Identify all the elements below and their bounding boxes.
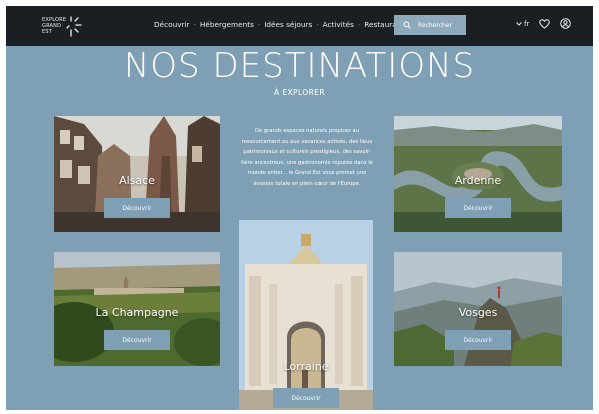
lorraine-photo — [239, 220, 373, 410]
search-label: Rechercher — [418, 21, 452, 29]
logo-line-est: EST — [42, 29, 52, 35]
intro-text: De grands espaces naturels propices au r… — [241, 128, 373, 187]
destination-card-ardenne[interactable]: Ardenne Découvrir — [394, 116, 562, 232]
header-tools: fr — [516, 18, 572, 29]
destination-name: La Champagne — [95, 306, 179, 319]
discover-button[interactable]: Découvrir — [273, 388, 339, 408]
user-icon[interactable] — [560, 18, 572, 29]
logo-text: EXPLORE GRAND EST — [42, 17, 66, 35]
language-label: fr — [524, 19, 530, 28]
nav-separator: · — [257, 20, 261, 29]
destination-card-vosges[interactable]: Vosges Découvrir — [394, 252, 562, 366]
site-logo[interactable]: EXPLORE GRAND EST — [42, 14, 82, 40]
discover-button[interactable]: Découvrir — [104, 198, 170, 218]
page: EXPLORE GRAND EST Découvrir · Hébergemen… — [6, 6, 593, 410]
page-title: NOS DESTINATIONS — [123, 46, 476, 86]
chevron-down-icon — [516, 21, 522, 26]
main-nav: Découvrir · Hébergements · Idées séjours… — [154, 20, 408, 29]
destination-name: Alsace — [119, 174, 155, 187]
destination-name: Vosges — [458, 306, 498, 319]
destination-name: Ardenne — [454, 174, 502, 187]
nav-separator: · — [193, 20, 196, 29]
search-button[interactable]: Rechercher — [394, 15, 466, 35]
heart-icon[interactable] — [539, 18, 551, 29]
nav-item-activites[interactable]: Activités — [323, 20, 354, 29]
destination-card-champagne[interactable]: La Champagne Découvrir — [54, 252, 220, 366]
site-header: EXPLORE GRAND EST Découvrir · Hébergemen… — [6, 6, 593, 46]
nav-separator: · — [316, 20, 319, 29]
nav-separator: · — [357, 20, 361, 29]
page-subtitle: À EXPLORER — [274, 88, 325, 97]
destination-name: Lorraine — [283, 360, 329, 373]
nav-item-idees-sejours[interactable]: Idées séjours — [264, 20, 312, 29]
discover-button[interactable]: Découvrir — [104, 330, 170, 350]
discover-button[interactable]: Découvrir — [445, 330, 511, 350]
nav-item-decouvrir[interactable]: Découvrir — [154, 20, 190, 29]
logo-rays-icon — [66, 16, 82, 37]
destination-card-lorraine[interactable]: Lorraine Découvrir — [239, 220, 373, 410]
search-icon — [403, 21, 411, 29]
destination-card-alsace[interactable]: Alsace Découvrir — [54, 116, 220, 232]
nav-item-hebergements[interactable]: Hébergements — [200, 20, 254, 29]
discover-button[interactable]: Découvrir — [445, 198, 511, 218]
language-selector[interactable]: fr — [516, 20, 529, 28]
